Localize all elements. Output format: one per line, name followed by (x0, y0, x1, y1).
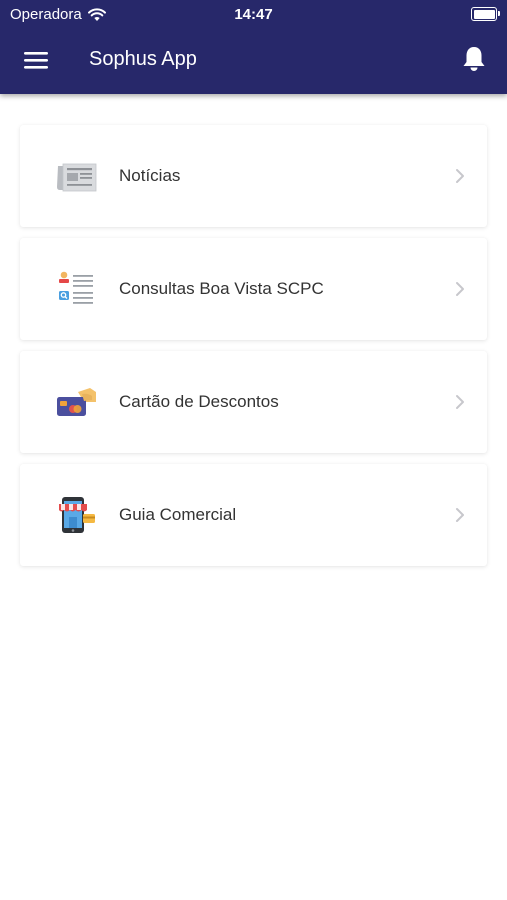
bell-icon (463, 47, 485, 71)
menu-item-label: Consultas Boa Vista SCPC (119, 279, 324, 298)
menu-item-guia[interactable]: Guia Comercial (20, 464, 487, 566)
newspaper-icon (57, 163, 97, 192)
menu-list: Notícias Consultas Boa Vista SCPC Cartão… (20, 125, 487, 577)
top-bar: Operadora 14:47 Sophus App (0, 0, 507, 94)
menu-item-consultas[interactable]: Consultas Boa Vista SCPC (20, 238, 487, 340)
menu-item-label: Cartão de Descontos (119, 392, 279, 411)
credit-report-icon (59, 271, 93, 304)
menu-item-label: Guia Comercial (119, 505, 237, 524)
app-bar: Sophus App (0, 38, 507, 82)
chevron-right-icon (456, 395, 464, 409)
discount-card-icon (57, 388, 96, 416)
status-bar: Operadora 14:47 (0, 0, 507, 28)
notifications-button[interactable] (461, 45, 487, 73)
chevron-right-icon (456, 169, 464, 183)
hamburger-menu-icon (24, 52, 48, 69)
menu-item-cartao[interactable]: Cartão de Descontos (20, 351, 487, 453)
status-time: 14:47 (234, 6, 273, 23)
page-title: Sophus App (89, 48, 197, 70)
mobile-store-icon (59, 497, 95, 533)
battery-icon (471, 7, 500, 21)
chevron-right-icon (456, 282, 464, 296)
chevron-right-icon (456, 508, 464, 522)
menu-item-noticias[interactable]: Notícias (20, 125, 487, 227)
menu-button[interactable] (22, 48, 50, 72)
menu-item-label: Notícias (119, 166, 181, 185)
